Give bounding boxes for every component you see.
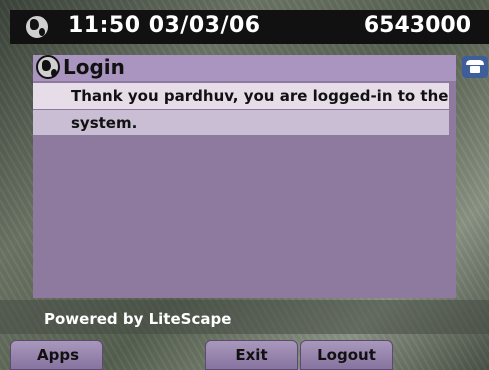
window-title-bar: Login [33,55,456,81]
time-date: 11:50 03/03/06 [68,13,261,38]
status-bar: 11:50 03/03/06 6543000 [10,10,489,44]
globe-icon [36,55,60,79]
message-line-selected[interactable]: Thank you pardhuv, you are logged-in to … [33,83,449,109]
exit-softkey[interactable]: Exit [205,340,298,370]
globe-icon [24,14,50,40]
line-number: 6543000 [363,13,471,38]
apps-softkey[interactable]: Apps [10,340,103,370]
message-line-2: system. [71,114,138,132]
powered-by-text: Powered by LiteScape [44,310,232,328]
phone-line-icon[interactable] [462,56,488,78]
logout-softkey[interactable]: Logout [300,340,393,370]
phone-screen: 11:50 03/03/06 6543000 Login Thank you p… [0,0,489,370]
login-message[interactable]: Thank you pardhuv, you are logged-in to … [33,83,456,139]
window-title: Login [63,55,125,79]
message-line-1: Thank you pardhuv, you are logged-in to … [71,87,449,105]
login-window: Login Thank you pardhuv, you are logged-… [33,55,456,298]
message-line[interactable]: system. [33,110,449,135]
